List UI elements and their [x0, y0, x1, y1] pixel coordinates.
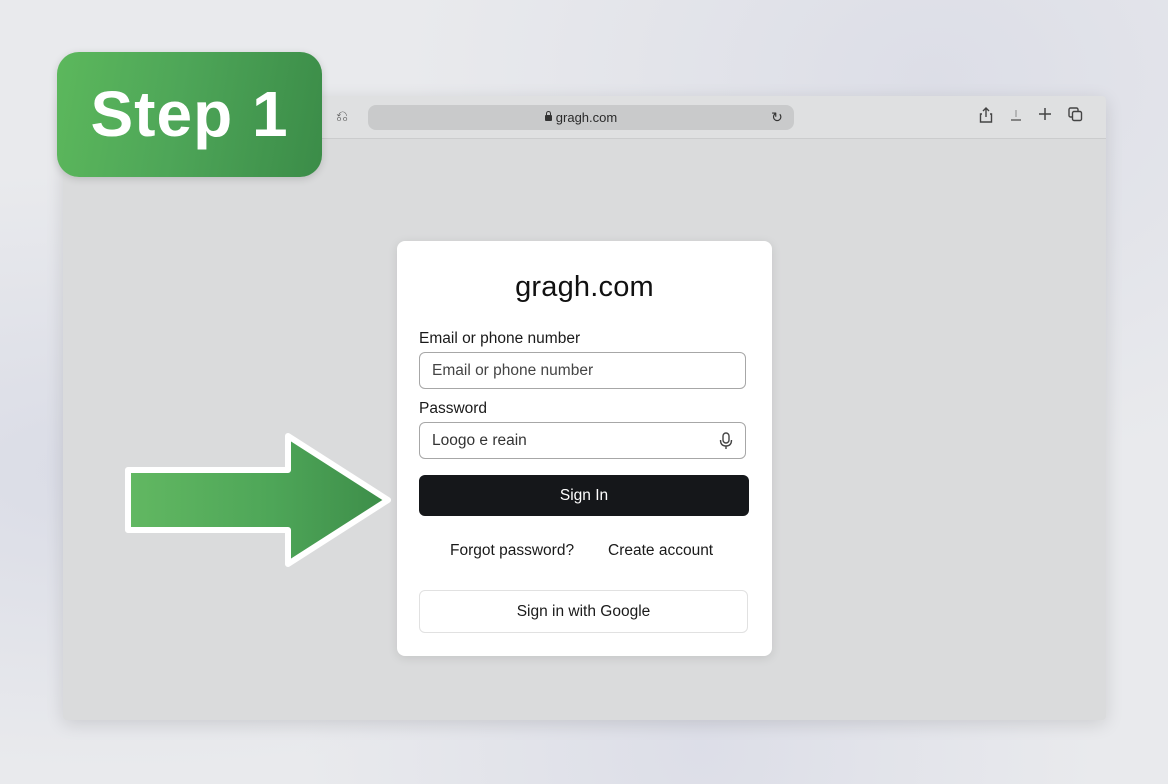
create-account-link[interactable]: Create account: [608, 542, 713, 560]
plus-icon-svg: [1039, 108, 1051, 120]
password-field-box[interactable]: [419, 422, 746, 459]
share-icon-svg: [979, 107, 993, 123]
forgot-password-link[interactable]: Forgot password?: [450, 542, 574, 560]
share-icon[interactable]: [976, 107, 996, 127]
tabs-icon[interactable]: [1065, 107, 1085, 127]
password-field[interactable]: [432, 423, 712, 458]
email-label: Email or phone number: [419, 330, 581, 347]
password-label: Password: [419, 400, 488, 417]
lock-icon: [544, 111, 552, 121]
plus-icon[interactable]: [1035, 107, 1055, 127]
back-icon[interactable]: ⎌: [333, 108, 351, 126]
download-icon-svg: [1011, 110, 1021, 121]
reload-icon[interactable]: ↻: [768, 108, 786, 126]
address-bar[interactable]: gragh.com ↻: [368, 105, 794, 130]
site-title: gragh.com: [515, 271, 654, 303]
address-url: gragh.com: [555, 110, 618, 125]
email-field-box[interactable]: [419, 352, 746, 389]
google-sign-in-button[interactable]: Sign in with Google: [419, 590, 748, 633]
email-field[interactable]: [432, 353, 712, 388]
step-badge-text: Step 1: [90, 78, 289, 150]
green-arrow-icon: [125, 433, 391, 567]
microphone-icon[interactable]: [719, 432, 733, 450]
download-icon[interactable]: [1006, 107, 1026, 127]
tabs-icon-svg: [1067, 107, 1082, 122]
login-card: gragh.com Email or phone number Password…: [397, 241, 772, 656]
address-url-wrapper: gragh.com: [368, 105, 794, 130]
sign-in-button[interactable]: Sign In: [419, 475, 749, 516]
step-badge: Step 1: [57, 52, 322, 177]
